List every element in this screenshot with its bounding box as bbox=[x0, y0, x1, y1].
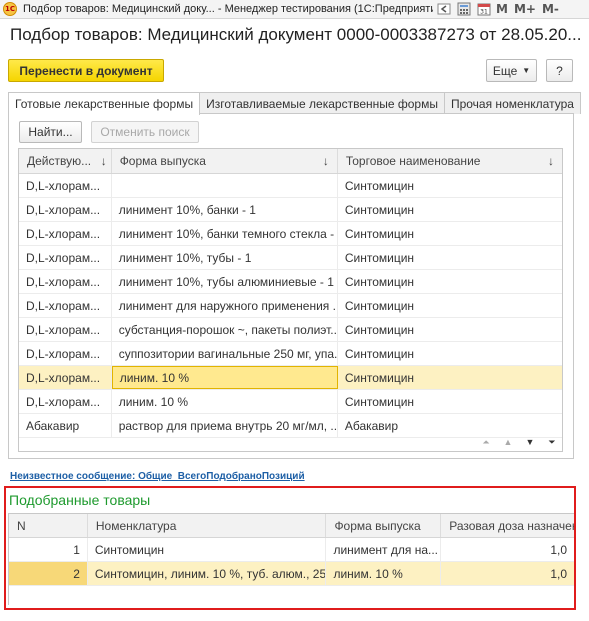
cell-form[interactable]: линим. 10 % bbox=[112, 390, 338, 413]
column-header-form[interactable]: Форма выпуска bbox=[326, 514, 442, 537]
cell-nomenclature[interactable]: Синтомицин bbox=[88, 538, 327, 561]
m-minus-icon[interactable]: M- bbox=[542, 2, 559, 16]
table-row[interactable]: D,L-хлорам... линимент 10%, тубы - 1 Синто… bbox=[19, 246, 562, 270]
cell-trade-name[interactable]: Синтомицин bbox=[338, 342, 562, 365]
cancel-search-button[interactable]: Отменить поиск bbox=[91, 121, 199, 143]
cell-form[interactable]: суппозитории вагинальные 250 мг, упа... bbox=[112, 342, 338, 365]
form-title: Подбор товаров: Медицинский документ 000… bbox=[10, 25, 582, 44]
more-button-label: Еще bbox=[492, 63, 518, 78]
cell-form[interactable]: субстанция-порошок ~, пакеты полиэт... bbox=[112, 318, 338, 341]
cell-form[interactable]: раствор для приема внутрь 20 мг/мл, ... bbox=[112, 414, 338, 437]
column-header-n[interactable]: N bbox=[9, 514, 88, 537]
table-row[interactable]: D,L-хлорам... линимент 10%, банки темного… bbox=[19, 222, 562, 246]
window-titlebar: 1С Подбор товаров: Медицинский доку... -… bbox=[0, 0, 589, 19]
help-button[interactable]: ? bbox=[546, 59, 573, 82]
cell-form[interactable] bbox=[112, 174, 338, 197]
tab-manufactured-forms[interactable]: Изготавливаемые лекарственные формы bbox=[199, 92, 445, 114]
m-icon[interactable]: M bbox=[496, 2, 508, 16]
cell-substance[interactable]: D,L-хлорам... bbox=[19, 246, 112, 269]
calculator-icon[interactable] bbox=[456, 2, 472, 16]
column-header-form[interactable]: Форма выпуска ↓ bbox=[112, 149, 338, 173]
cell-substance[interactable]: D,L-хлорам... bbox=[19, 342, 112, 365]
cell-form[interactable]: линим. 10 % bbox=[326, 562, 442, 585]
cell-substance[interactable]: D,L-хлорам... bbox=[19, 318, 112, 341]
message-link[interactable]: Неизвестное сообщение: Общие_ВсегоПодобр… bbox=[10, 471, 305, 482]
cell-trade-name[interactable]: Синтомицин bbox=[338, 174, 562, 197]
find-button[interactable]: Найти... bbox=[19, 121, 82, 143]
chevron-down-icon: ▼ bbox=[522, 66, 531, 75]
cell-nomenclature[interactable]: Синтомицин, линим. 10 %, туб. алюм., 25 … bbox=[88, 562, 327, 585]
cell-trade-name[interactable]: Синтомицин bbox=[338, 270, 562, 293]
tab-bar: Готовые лекарственные формы Изготавливае… bbox=[8, 92, 581, 115]
last-page-icon[interactable]: ⏷ bbox=[541, 433, 563, 451]
cell-form[interactable]: линимент 10%, банки - 1 bbox=[112, 198, 338, 221]
cell-substance[interactable]: Абакавир bbox=[19, 414, 112, 437]
calendar-icon[interactable]: 31 bbox=[476, 2, 492, 16]
table-row[interactable]: D,L-хлорам... линимент для наружного прим… bbox=[19, 294, 562, 318]
cell-form[interactable]: линимент для на... bbox=[326, 538, 442, 561]
table-row[interactable]: D,L-хлорам... субстанция-порошок ~, пакет… bbox=[19, 318, 562, 342]
page-down-icon[interactable]: ▼ bbox=[519, 433, 541, 451]
cell-n[interactable]: 1 bbox=[9, 538, 88, 561]
table-row[interactable]: D,L-хлорам... линим. 10 % Синтомицин bbox=[19, 366, 562, 390]
table-header: N Номенклатура Форма выпуска Разовая доз… bbox=[9, 514, 574, 538]
cell-dose[interactable]: 1,0 bbox=[441, 538, 574, 561]
cell-substance[interactable]: D,L-хлорам... bbox=[19, 390, 112, 413]
table-row[interactable]: D,L-хлорам... Синтомицин bbox=[19, 174, 562, 198]
cell-form[interactable]: линимент для наружного применения ... bbox=[112, 294, 338, 317]
table-row[interactable]: D,L-хлорам... линим. 10 % Синтомицин bbox=[19, 390, 562, 414]
column-header-dose[interactable]: Разовая доза назначен bbox=[441, 514, 574, 537]
selected-goods-title: Подобранные товары bbox=[9, 492, 151, 508]
cell-trade-name[interactable]: Синтомицин bbox=[338, 318, 562, 341]
first-page-icon[interactable]: ⏶ bbox=[475, 433, 497, 451]
sort-arrow-icon: ↓ bbox=[322, 154, 329, 168]
table-body: 1 Синтомицин линимент для на... 1,0 2 Синтоми… bbox=[9, 538, 574, 586]
more-button[interactable]: Еще ▼ bbox=[486, 59, 537, 82]
cell-form[interactable]: линимент 10%, банки темного стекла - 1 bbox=[112, 222, 338, 245]
tab-other-nomenclature[interactable]: Прочая номенклатура bbox=[443, 92, 581, 114]
column-header-trade-name[interactable]: Торговое наименование ↓ bbox=[338, 149, 562, 173]
column-header-nomenclature[interactable]: Номенклатура bbox=[88, 514, 327, 537]
cell-trade-name[interactable]: Синтомицин bbox=[338, 246, 562, 269]
table-row[interactable]: D,L-хлорам... суппозитории вагинальные 25… bbox=[19, 342, 562, 366]
selected-goods-table[interactable]: N Номенклатура Форма выпуска Разовая доз… bbox=[8, 513, 574, 605]
cell-substance[interactable]: D,L-хлорам... bbox=[19, 366, 112, 389]
cell-substance[interactable]: D,L-хлорам... bbox=[19, 294, 112, 317]
table-row[interactable]: 2 Синтомицин, линим. 10 %, туб. алюм., 25… bbox=[9, 562, 574, 586]
cell-dose[interactable]: 1,0 bbox=[441, 562, 574, 585]
table-navigation: ⏶ ▲ ▼ ⏷ bbox=[475, 433, 563, 451]
cell-substance[interactable]: D,L-хлорам... bbox=[19, 174, 112, 197]
table-row[interactable]: D,L-хлорам... линимент 10%, банки - 1 Синт… bbox=[19, 198, 562, 222]
cell-trade-name[interactable]: Синтомицин bbox=[338, 294, 562, 317]
cell-substance[interactable]: D,L-хлорам... bbox=[19, 198, 112, 221]
cell-trade-name[interactable]: Синтомицин bbox=[338, 222, 562, 245]
table-body: D,L-хлорам... Синтомицин D,L-хлорам... лини… bbox=[19, 174, 562, 438]
cell-form[interactable]: линим. 10 % bbox=[111, 366, 338, 389]
back-icon[interactable] bbox=[436, 2, 452, 16]
cell-trade-name[interactable]: Синтомицин bbox=[338, 366, 562, 389]
products-table[interactable]: Действую... ↓ Форма выпуска ↓ Торговое н… bbox=[18, 148, 563, 452]
cell-trade-name[interactable]: Синтомицин bbox=[338, 390, 562, 413]
tab-ready-forms[interactable]: Готовые лекарственные формы bbox=[8, 92, 201, 115]
m-plus-icon[interactable]: M+ bbox=[514, 2, 536, 16]
table-row[interactable]: D,L-хлорам... линимент 10%, тубы алюминие… bbox=[19, 270, 562, 294]
cell-substance[interactable]: D,L-хлорам... bbox=[19, 270, 112, 293]
cell-form[interactable]: линимент 10%, тубы алюминиевые - 1 bbox=[112, 270, 338, 293]
svg-text:31: 31 bbox=[480, 9, 488, 16]
cell-trade-name[interactable]: Синтомицин bbox=[338, 198, 562, 221]
cell-form[interactable]: линимент 10%, тубы - 1 bbox=[112, 246, 338, 269]
page-up-icon[interactable]: ▲ bbox=[497, 433, 519, 451]
column-header-substance[interactable]: Действую... ↓ bbox=[19, 149, 112, 173]
table-row[interactable]: 1 Синтомицин линимент для на... 1,0 bbox=[9, 538, 574, 562]
cell-n[interactable]: 2 bbox=[9, 562, 88, 585]
sort-arrow-icon: ↓ bbox=[548, 154, 554, 168]
sort-arrow-icon: ↓ bbox=[100, 154, 107, 168]
transfer-to-document-button[interactable]: Перенести в документ bbox=[8, 59, 164, 82]
1c-logo-icon: 1С bbox=[3, 2, 17, 16]
cell-substance[interactable]: D,L-хлорам... bbox=[19, 222, 112, 245]
table-header: Действую... ↓ Форма выпуска ↓ Торговое н… bbox=[19, 149, 562, 174]
window-title: Подбор товаров: Медицинский доку... - Ме… bbox=[23, 3, 433, 15]
